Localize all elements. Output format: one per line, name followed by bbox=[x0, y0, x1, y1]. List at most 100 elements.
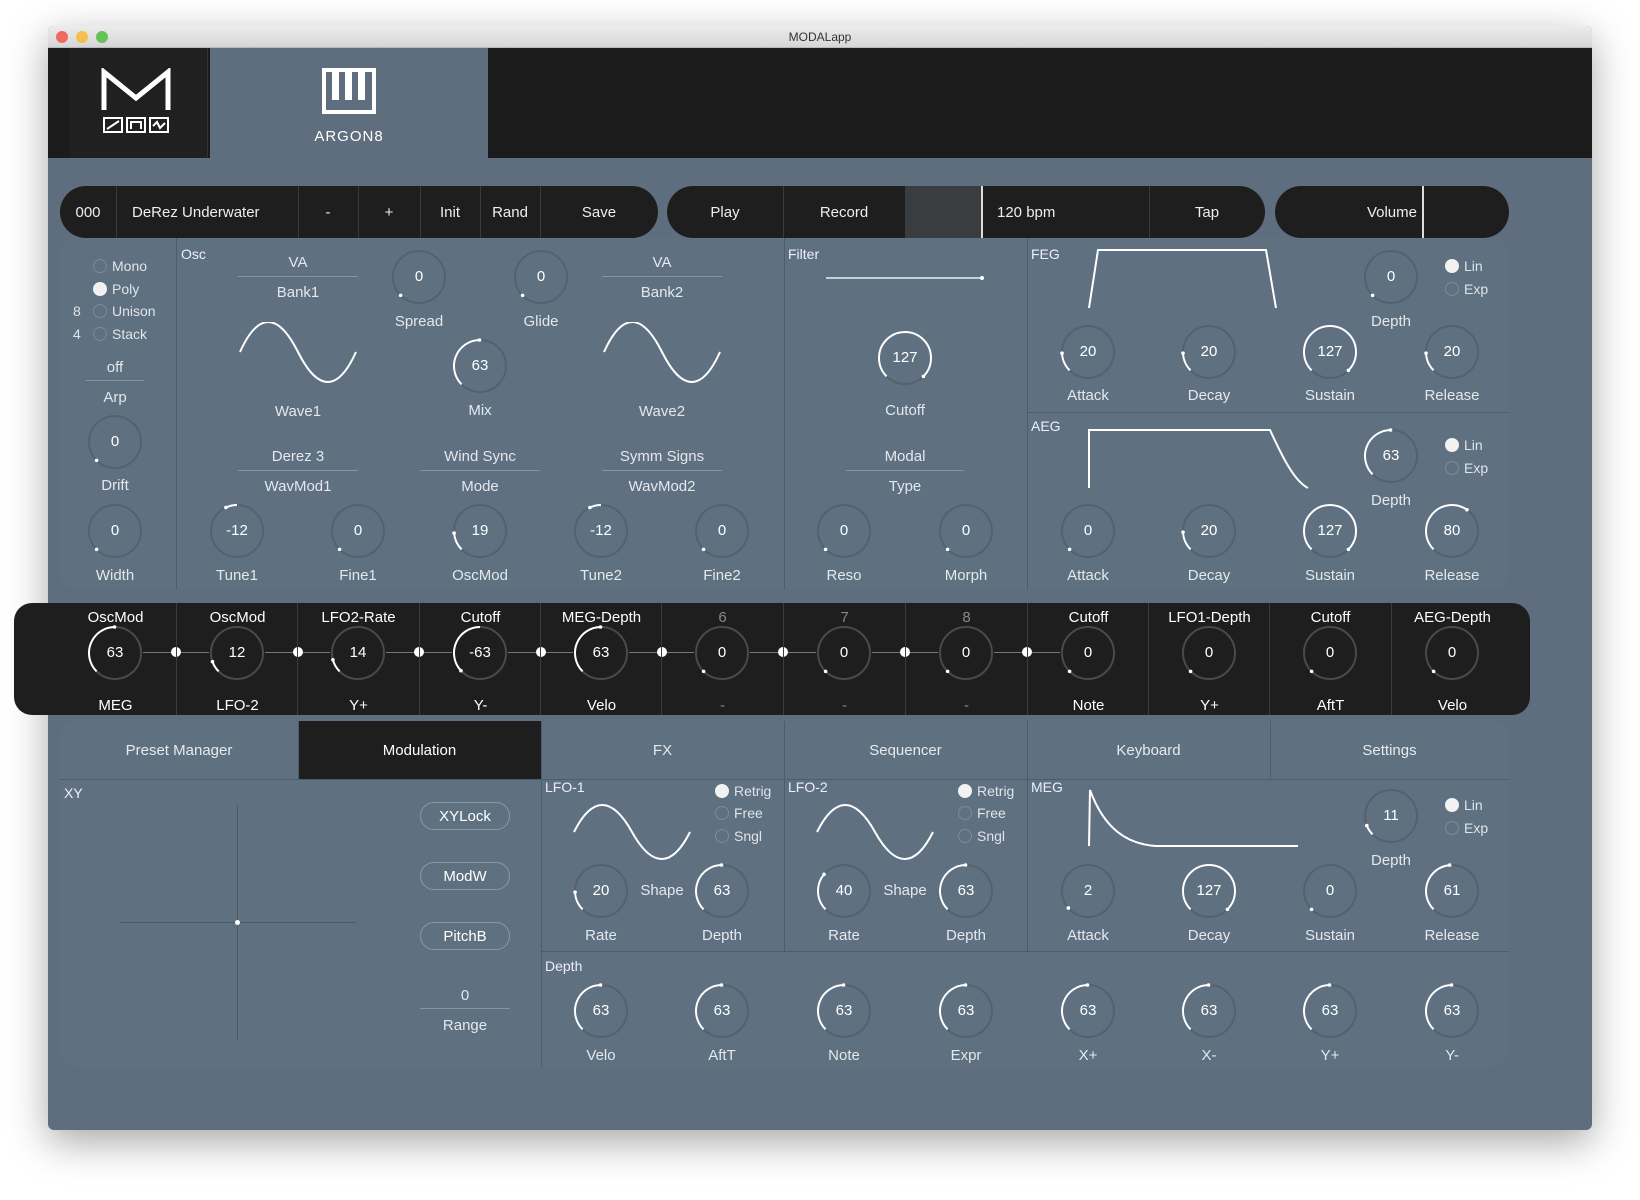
drift-knob[interactable]: 0 bbox=[87, 414, 143, 470]
tap-button[interactable]: Tap bbox=[1149, 186, 1265, 238]
record-button[interactable]: Record bbox=[783, 186, 905, 238]
mod-slot-amount-knob[interactable]: 0 bbox=[694, 625, 750, 681]
mod-slot-amount-knob[interactable]: 12 bbox=[209, 625, 265, 681]
lfo1-depth-knob[interactable]: 63 bbox=[694, 863, 750, 919]
tab-keyboard[interactable]: Keyboard bbox=[1027, 721, 1270, 779]
xylock-button[interactable]: XYLock bbox=[420, 802, 510, 830]
xy-pad[interactable] bbox=[120, 805, 356, 1041]
mod-slot-amount-knob[interactable]: -63 bbox=[452, 625, 508, 681]
depth-aftt-knob[interactable]: 63 bbox=[694, 983, 750, 1039]
preset-number[interactable]: 000 bbox=[60, 186, 116, 238]
width-knob[interactable]: 0 bbox=[87, 503, 143, 559]
mod-slot-source[interactable]: - bbox=[659, 697, 786, 714]
mod-slot-destination[interactable]: Cutoff bbox=[1267, 609, 1394, 626]
tab-modulation[interactable]: Modulation bbox=[298, 721, 541, 779]
play-button[interactable]: Play bbox=[667, 186, 783, 238]
mod-slot-source[interactable]: Y+ bbox=[1146, 697, 1273, 714]
meg-attack-knob[interactable]: 2 bbox=[1060, 863, 1116, 919]
wavmod2-value[interactable]: Symm Signs bbox=[602, 448, 722, 465]
volume-slider-handle[interactable] bbox=[1422, 186, 1424, 238]
lfo2-depth-knob[interactable]: 63 bbox=[938, 863, 994, 919]
mod-slot-destination[interactable]: Cutoff bbox=[1025, 609, 1152, 626]
mod-slot-amount-knob[interactable]: 0 bbox=[1060, 625, 1116, 681]
tune2-knob[interactable]: -12 bbox=[573, 503, 629, 559]
mod-slot-source[interactable]: - bbox=[903, 697, 1030, 714]
feg-sustain-knob[interactable]: 127 bbox=[1302, 324, 1358, 380]
filter-cutoff-knob[interactable]: 127 bbox=[877, 330, 933, 386]
tempo-display[interactable]: 120 bpm bbox=[983, 186, 1149, 238]
oscmod-knob[interactable]: 19 bbox=[452, 503, 508, 559]
depth-yminus-knob[interactable]: 63 bbox=[1424, 983, 1480, 1039]
mod-slot-destination[interactable]: AEG-Depth bbox=[1389, 609, 1516, 626]
voice-mode-stack-radio[interactable] bbox=[93, 327, 107, 341]
meg-release-knob[interactable]: 61 bbox=[1424, 863, 1480, 919]
arp-value[interactable]: off bbox=[80, 359, 150, 376]
mod-slot-destination[interactable]: 7 bbox=[781, 609, 908, 626]
osc-mode-value[interactable]: Wind Sync bbox=[420, 448, 540, 465]
wavmod1-value[interactable]: Derez 3 bbox=[238, 448, 358, 465]
lfo2-free-radio[interactable] bbox=[958, 806, 972, 820]
voice-mode-mono-radio[interactable] bbox=[93, 259, 107, 273]
depth-xplus-knob[interactable]: 63 bbox=[1060, 983, 1116, 1039]
osc2-bank[interactable]: Bank2 bbox=[602, 284, 722, 301]
mod-slot-destination[interactable]: OscMod bbox=[52, 609, 179, 626]
lfo1-retrig-radio[interactable] bbox=[715, 784, 729, 798]
preset-name[interactable]: DeRez Underwater bbox=[116, 186, 298, 238]
feg-release-knob[interactable]: 20 bbox=[1424, 324, 1480, 380]
aeg-attack-knob[interactable]: 0 bbox=[1060, 503, 1116, 559]
osc1-type[interactable]: VA bbox=[238, 254, 358, 271]
feg-exp-radio[interactable] bbox=[1445, 282, 1459, 296]
tab-sequencer[interactable]: Sequencer bbox=[784, 721, 1027, 779]
lfo1-sngl-radio[interactable] bbox=[715, 829, 729, 843]
lfo2-retrig-radio[interactable] bbox=[958, 784, 972, 798]
volume-label[interactable]: Volume bbox=[1275, 186, 1423, 238]
mod-slot-amount-knob[interactable]: 14 bbox=[330, 625, 386, 681]
voice-mode-unison-radio[interactable] bbox=[93, 304, 107, 318]
mod-slot-source[interactable]: AftT bbox=[1267, 697, 1394, 714]
depth-velo-knob[interactable]: 63 bbox=[573, 983, 629, 1039]
wave2-sine-icon[interactable] bbox=[602, 322, 722, 384]
meg-exp-radio[interactable] bbox=[1445, 821, 1459, 835]
lfo1-rate-knob[interactable]: 20 bbox=[573, 863, 629, 919]
feg-decay-knob[interactable]: 20 bbox=[1181, 324, 1237, 380]
lfo1-sine-icon[interactable] bbox=[572, 804, 692, 862]
preset-prev-button[interactable]: - bbox=[298, 186, 358, 238]
depth-note-knob[interactable]: 63 bbox=[816, 983, 872, 1039]
aeg-sustain-knob[interactable]: 127 bbox=[1302, 503, 1358, 559]
depth-expr-knob[interactable]: 63 bbox=[938, 983, 994, 1039]
voice-mode-poly-radio[interactable] bbox=[93, 282, 107, 296]
tab-preset-manager[interactable]: Preset Manager bbox=[60, 721, 298, 779]
modal-logo[interactable] bbox=[70, 48, 208, 158]
aeg-depth-knob[interactable]: 63 bbox=[1363, 428, 1419, 484]
lfo2-rate-knob[interactable]: 40 bbox=[816, 863, 872, 919]
depth-xminus-knob[interactable]: 63 bbox=[1181, 983, 1237, 1039]
spread-knob[interactable]: 0 bbox=[391, 249, 447, 305]
mod-slot-destination[interactable]: LFO1-Depth bbox=[1146, 609, 1273, 626]
mod-slot-amount-knob[interactable]: 63 bbox=[573, 625, 629, 681]
mod-slot-amount-knob[interactable]: 0 bbox=[1302, 625, 1358, 681]
feg-lin-radio[interactable] bbox=[1445, 259, 1459, 273]
lfo1-free-radio[interactable] bbox=[715, 806, 729, 820]
mod-slot-source[interactable]: Y+ bbox=[295, 697, 422, 714]
lfo2-sngl-radio[interactable] bbox=[958, 829, 972, 843]
mod-slot-source[interactable]: Y- bbox=[417, 697, 544, 714]
mod-slot-amount-knob[interactable]: 63 bbox=[87, 625, 143, 681]
glide-knob[interactable]: 0 bbox=[513, 249, 569, 305]
mod-slot-source[interactable]: MEG bbox=[52, 697, 179, 714]
filter-reso-knob[interactable]: 0 bbox=[816, 503, 872, 559]
fine2-knob[interactable]: 0 bbox=[694, 503, 750, 559]
mod-slot-destination[interactable]: Cutoff bbox=[417, 609, 544, 626]
aeg-decay-knob[interactable]: 20 bbox=[1181, 503, 1237, 559]
xy-cursor[interactable] bbox=[235, 920, 240, 925]
mod-slot-amount-knob[interactable]: 0 bbox=[938, 625, 994, 681]
mod-slot-destination[interactable]: OscMod bbox=[174, 609, 301, 626]
range-value[interactable]: 0 bbox=[420, 987, 510, 1004]
osc1-bank[interactable]: Bank1 bbox=[238, 284, 358, 301]
mod-slot-source[interactable]: - bbox=[781, 697, 908, 714]
aeg-exp-radio[interactable] bbox=[1445, 461, 1459, 475]
mod-slot-destination[interactable]: 8 bbox=[903, 609, 1030, 626]
modw-button[interactable]: ModW bbox=[420, 862, 510, 890]
depth-yplus-knob[interactable]: 63 bbox=[1302, 983, 1358, 1039]
fine1-knob[interactable]: 0 bbox=[330, 503, 386, 559]
osc2-type[interactable]: VA bbox=[602, 254, 722, 271]
